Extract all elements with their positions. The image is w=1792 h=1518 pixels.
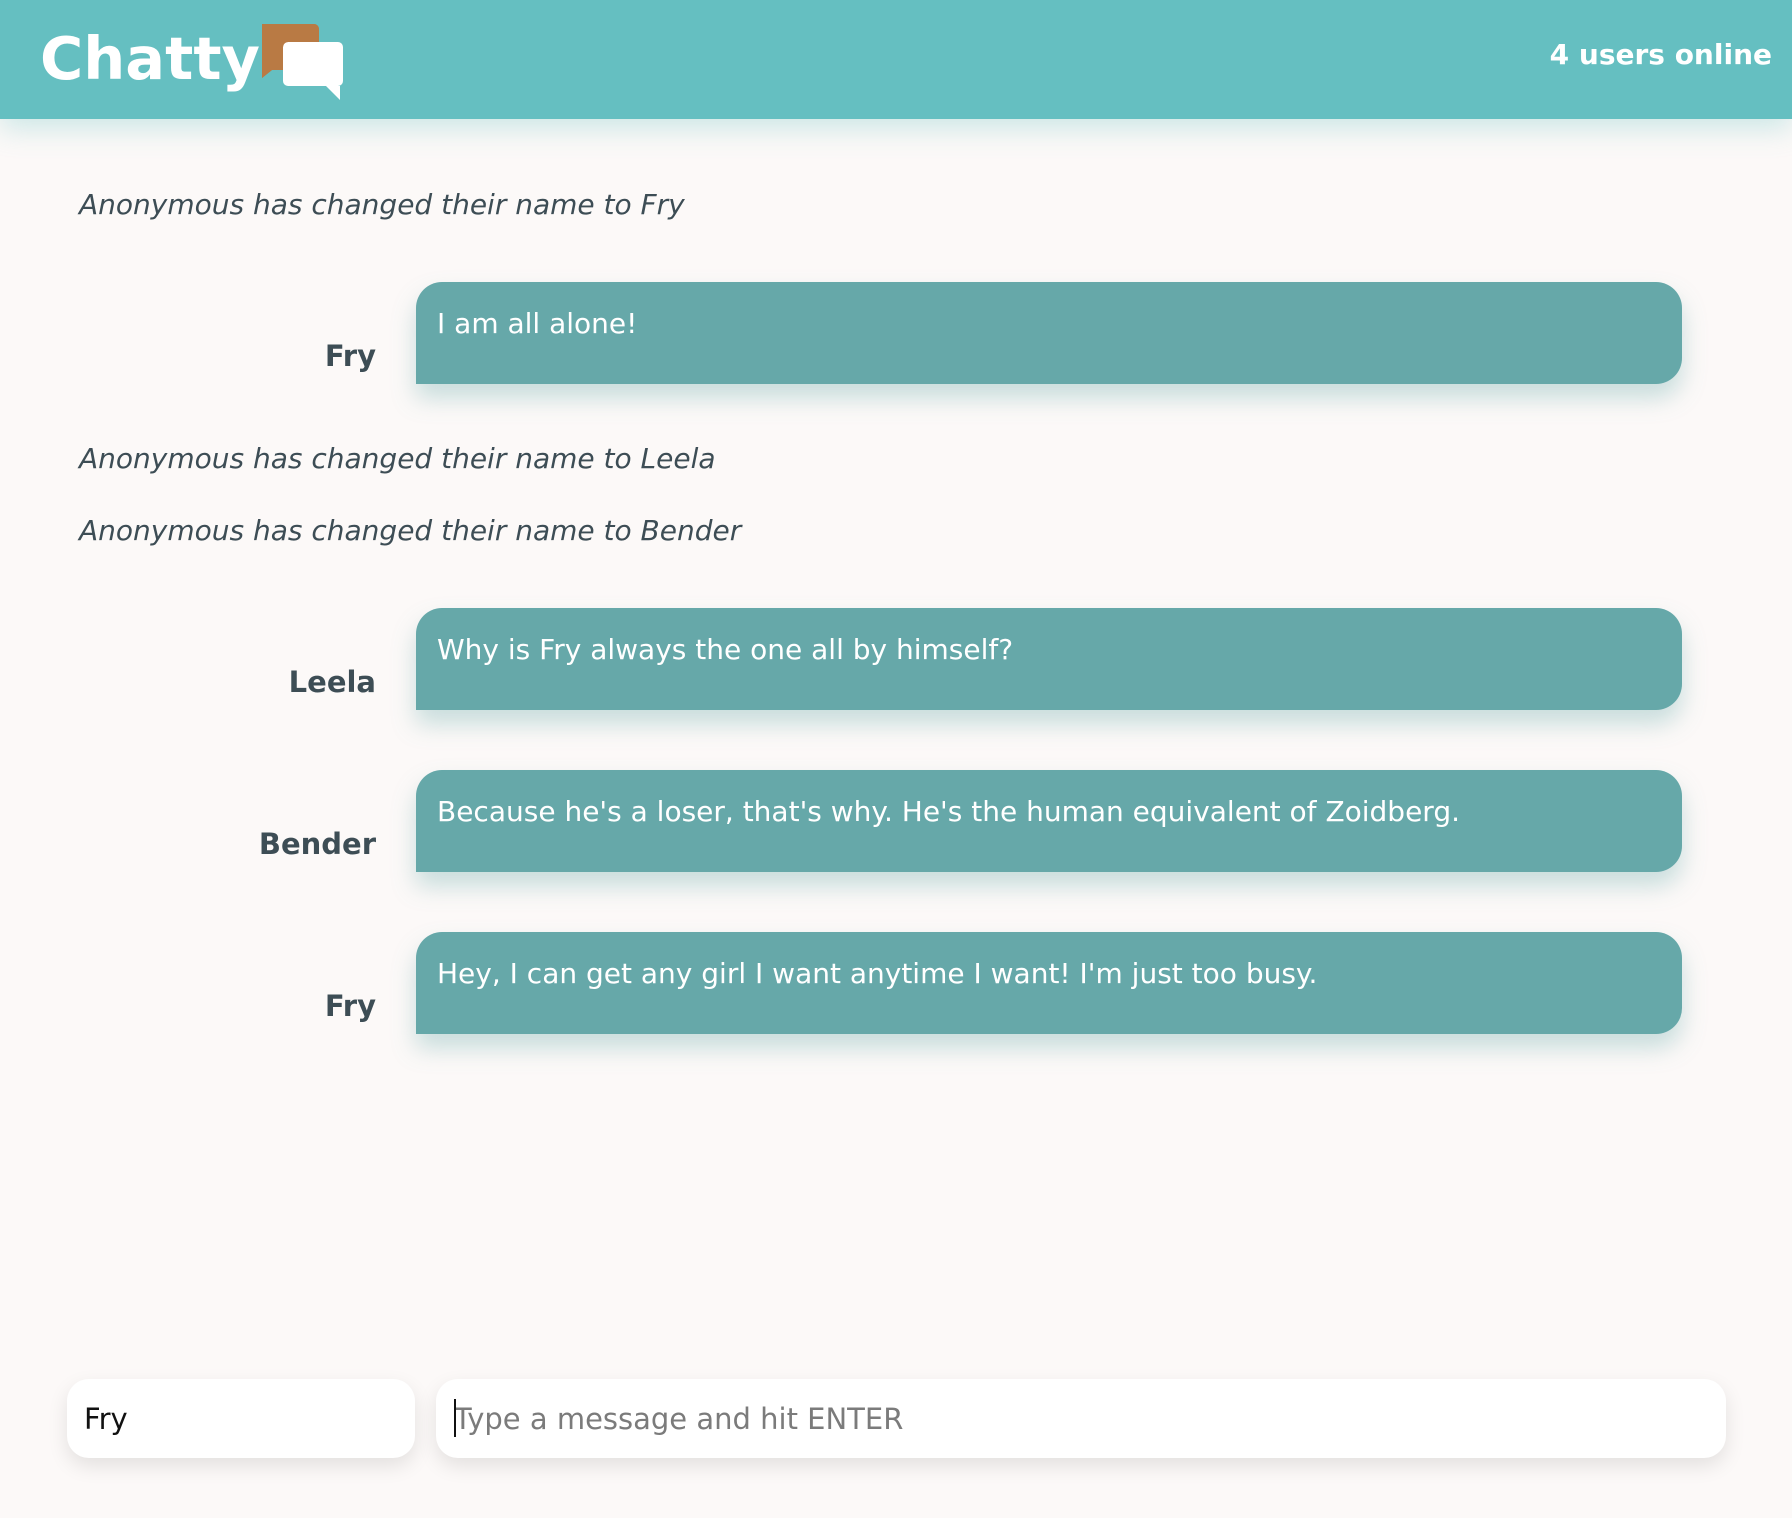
message-bubble: Hey, I can get any girl I want anytime I… <box>416 932 1682 1034</box>
message-input[interactable] <box>436 1379 1726 1458</box>
message-row: Bender Because he's a loser, that's why.… <box>0 770 1792 872</box>
app-title: Chatty <box>40 24 260 93</box>
text-cursor <box>454 1399 456 1437</box>
message-bubble: Why is Fry always the one all by himself… <box>416 608 1682 710</box>
system-message: Anonymous has changed their name to Leel… <box>79 442 716 475</box>
app-header: Chatty 4 users online <box>0 0 1792 119</box>
message-row: Fry I am all alone! <box>0 282 1792 384</box>
message-author: Fry <box>324 339 376 373</box>
system-message: Anonymous has changed their name to Fry <box>79 188 685 221</box>
chat-bubbles-icon <box>262 24 343 100</box>
message-bubble: Because he's a loser, that's why. He's t… <box>416 770 1682 872</box>
online-users-count: 4 users online <box>1549 38 1772 71</box>
username-input[interactable] <box>67 1379 415 1458</box>
message-author: Fry <box>324 989 376 1023</box>
message-row: Leela Why is Fry always the one all by h… <box>0 608 1792 710</box>
message-author: Leela <box>288 665 376 699</box>
message-row: Fry Hey, I can get any girl I want anyti… <box>0 932 1792 1034</box>
system-message: Anonymous has changed their name to Bend… <box>79 514 742 547</box>
message-author: Bender <box>258 827 376 861</box>
message-bubble: I am all alone! <box>416 282 1682 384</box>
